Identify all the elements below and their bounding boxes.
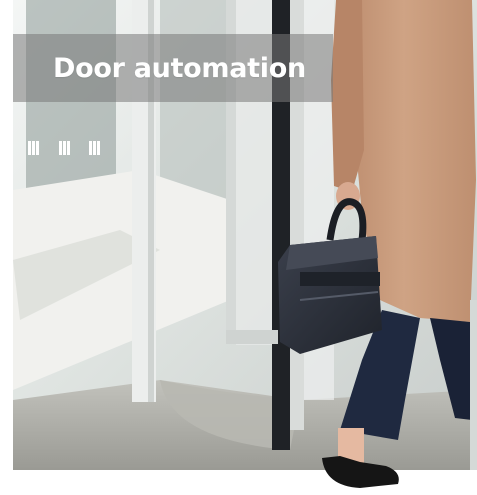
door-kick-plate [226,330,278,344]
coat-sleeve [331,0,364,192]
title-caption-overlay: Door automation [13,34,333,102]
door-automation-photo: Door automation [0,0,477,495]
caption-title: Door automation [53,52,306,84]
image-frame: Door automation [0,0,477,495]
glass-decals [28,141,100,155]
bag-strap-band [300,272,380,286]
right-glass-edge [470,300,477,470]
